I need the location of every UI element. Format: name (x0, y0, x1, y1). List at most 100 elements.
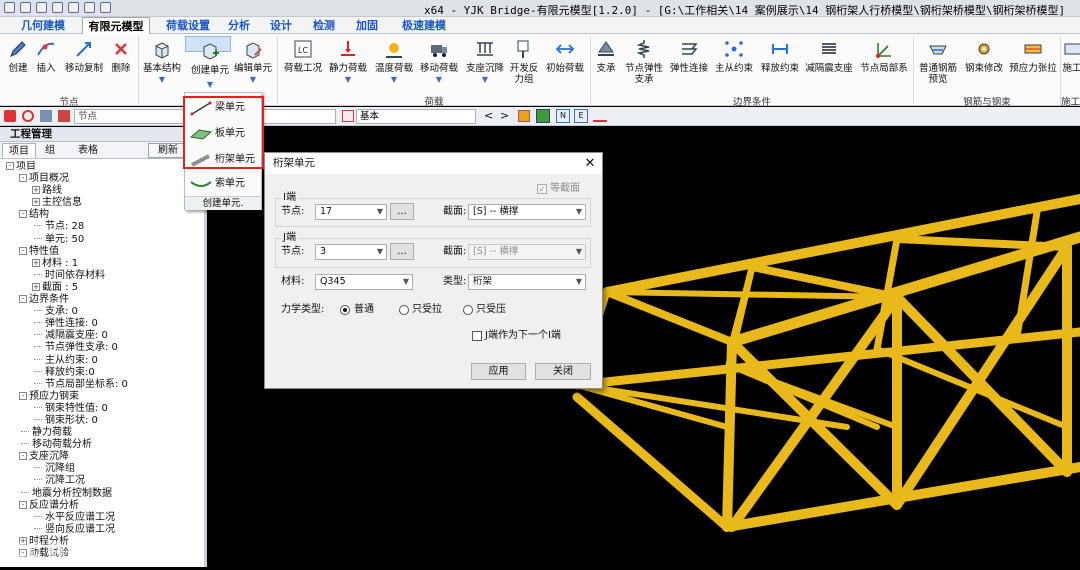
construction-button[interactable]: 施工 (1062, 36, 1080, 90)
tab-loads[interactable]: 荷载设置 (157, 17, 219, 34)
load-case-button[interactable]: LC 荷载工况 (281, 36, 325, 90)
shrink-icon[interactable] (593, 110, 607, 122)
i-node-pick-button[interactable]: ... (390, 203, 414, 220)
prestress-tension-button[interactable]: 预应力张拉 (1008, 36, 1058, 90)
force-compression-radio[interactable] (463, 305, 473, 315)
tree-item[interactable]: - 特性值 (6, 246, 204, 258)
tree-item[interactable]: 单元: 50 (6, 234, 204, 246)
insert-node-button[interactable]: 插入 (28, 36, 64, 90)
new-file-icon[interactable] (20, 2, 31, 13)
tree-item[interactable]: - 项目 (6, 161, 204, 173)
expand-icon[interactable]: + (32, 198, 40, 207)
tree-item[interactable]: 钢束特性值: 0 (6, 403, 204, 415)
collapse-icon[interactable]: - (19, 295, 27, 304)
i-node-select[interactable]: 17 ▼ (315, 204, 387, 220)
tree-item[interactable]: + 主控信息 (6, 197, 204, 209)
close-icon[interactable]: ✕ (581, 155, 599, 172)
expand-icon[interactable]: + (32, 282, 40, 291)
node-local-system-button[interactable]: 节点局部系 (857, 36, 911, 90)
tree-item[interactable]: + 路线 (6, 185, 204, 197)
type-select[interactable]: 桁架 ▼ (468, 274, 586, 290)
refresh-icon[interactable] (100, 2, 111, 13)
tree-item[interactable]: - 反应谱分析 (6, 500, 204, 512)
tree-item[interactable]: - 支座沉降 (6, 451, 204, 463)
edit-element-button[interactable]: 编辑单元 ▼ (232, 36, 274, 90)
expand-icon[interactable]: + (32, 186, 40, 195)
sub-input-2[interactable] (262, 109, 336, 124)
prev-arrow[interactable]: < (484, 109, 493, 122)
delete-node-button[interactable]: 删除 (106, 36, 136, 90)
tree-item[interactable]: + 截面 : 5 (6, 282, 204, 294)
j-node-pick-button[interactable]: ... (390, 243, 414, 260)
i-section-select[interactable]: [S] -- 横撑 ▼ (468, 204, 586, 220)
reaction-group-button[interactable]: 开发反力组 (509, 36, 539, 90)
tree-item[interactable]: 节点弹性支承: 0 (6, 342, 204, 354)
tree-item[interactable]: 节点: 28 (6, 221, 204, 233)
apply-button[interactable]: 应用 (471, 363, 526, 380)
tree-item[interactable]: 钢束形状: 0 (6, 415, 204, 427)
tree-item[interactable]: 弹性连接: 0 (6, 318, 204, 330)
collapse-icon[interactable]: - (19, 246, 27, 255)
tree-item[interactable]: 地震分析控制数据 (6, 488, 204, 500)
node-search-input[interactable]: 节点 (74, 109, 184, 124)
pick-icon[interactable] (40, 110, 52, 122)
select-icon[interactable] (4, 110, 16, 122)
tree-item[interactable]: 支承: 0 (6, 306, 204, 318)
rebar-preview-button[interactable]: 普通钢筋预览 (916, 36, 960, 90)
color-icon[interactable] (518, 110, 530, 122)
node-number-icon[interactable]: N (556, 109, 570, 123)
collapse-icon[interactable]: - (19, 174, 27, 183)
collapse-icon[interactable]: - (19, 391, 27, 400)
tree-item[interactable]: 沉降工况 (6, 475, 204, 487)
tree-item[interactable]: 竖向反应谱工况 (6, 524, 204, 536)
tree-item[interactable]: + 材料 : 1 (6, 258, 204, 270)
release-constraint-button[interactable]: 释放约束 (758, 36, 802, 90)
master-slave-button[interactable]: 主从约束 (712, 36, 756, 90)
tree-item[interactable]: - 项目概况 (6, 173, 204, 185)
panel-tab-group[interactable]: 组 (38, 143, 62, 158)
panel-tab-table[interactable]: 表格 (72, 143, 104, 158)
tab-quick-model[interactable]: 极速建模 (394, 17, 454, 34)
tree-item[interactable]: 减隔震支座: 0 (6, 330, 204, 342)
redo-icon[interactable] (84, 2, 95, 13)
expand-icon[interactable]: + (32, 258, 40, 267)
tab-analysis[interactable]: 分析 (222, 17, 256, 34)
refresh-button[interactable]: 刷新 (148, 143, 188, 158)
force-tension-radio[interactable] (399, 305, 409, 315)
collapse-icon[interactable]: - (19, 210, 27, 219)
tree-item[interactable]: 沉降组 (6, 463, 204, 475)
open-icon[interactable] (36, 2, 47, 13)
next-arrow[interactable]: > (500, 109, 509, 122)
tree-item[interactable]: - 预应力钢束 (6, 391, 204, 403)
tree-item[interactable]: 水平反应谱工况 (6, 512, 204, 524)
tab-check[interactable]: 检测 (307, 17, 341, 34)
view-select[interactable]: 基本 (356, 109, 476, 124)
initial-load-button[interactable]: 初始荷载 (541, 36, 589, 90)
project-tree[interactable]: - 项目 - 项目概况 + 路线 + 主控信息 - 结构 节点: 28 单元: 50- 特性值 + 材料 :… (6, 161, 204, 566)
collapse-icon[interactable]: - (19, 500, 27, 509)
cable-element-item[interactable]: 索单元 (185, 171, 261, 196)
close-button[interactable]: 关闭 (535, 363, 591, 380)
tree-item[interactable]: 节点局部坐标系: 0 (6, 379, 204, 391)
tab-fem[interactable]: 有限元模型 (82, 17, 150, 34)
quick-access-toolbar[interactable] (4, 2, 124, 15)
j-as-next-i-checkbox[interactable] (472, 331, 482, 341)
tendon-modify-button[interactable]: 钢束修改 (962, 36, 1006, 90)
support-settlement-button[interactable]: 支座沉降 ▼ (463, 36, 507, 90)
node-elastic-support-button[interactable]: 节点弹性支承 (622, 36, 666, 90)
collapse-icon[interactable]: - (19, 452, 27, 461)
support-button[interactable]: 支承 (592, 36, 620, 90)
basic-structure-button[interactable]: 基本结构 ▼ (141, 36, 183, 90)
tab-strengthen[interactable]: 加固 (350, 17, 384, 34)
tree-item[interactable]: 移动荷载分析 (6, 439, 204, 451)
tree-item[interactable]: - 边界条件 (6, 294, 204, 306)
j-node-select[interactable]: 3 ▼ (315, 244, 387, 260)
elastic-link-button[interactable]: 弹性连接 (668, 36, 710, 90)
material-select[interactable]: Q345 ▼ (315, 274, 413, 290)
display-icon[interactable] (536, 109, 550, 123)
undo-icon[interactable] (68, 2, 79, 13)
save-icon[interactable] (52, 2, 63, 13)
panel-tab-project[interactable]: 项目 (2, 143, 36, 158)
tree-item[interactable]: 时间依存材料 (6, 270, 204, 282)
move-copy-button[interactable]: 移动复制 (62, 36, 106, 90)
